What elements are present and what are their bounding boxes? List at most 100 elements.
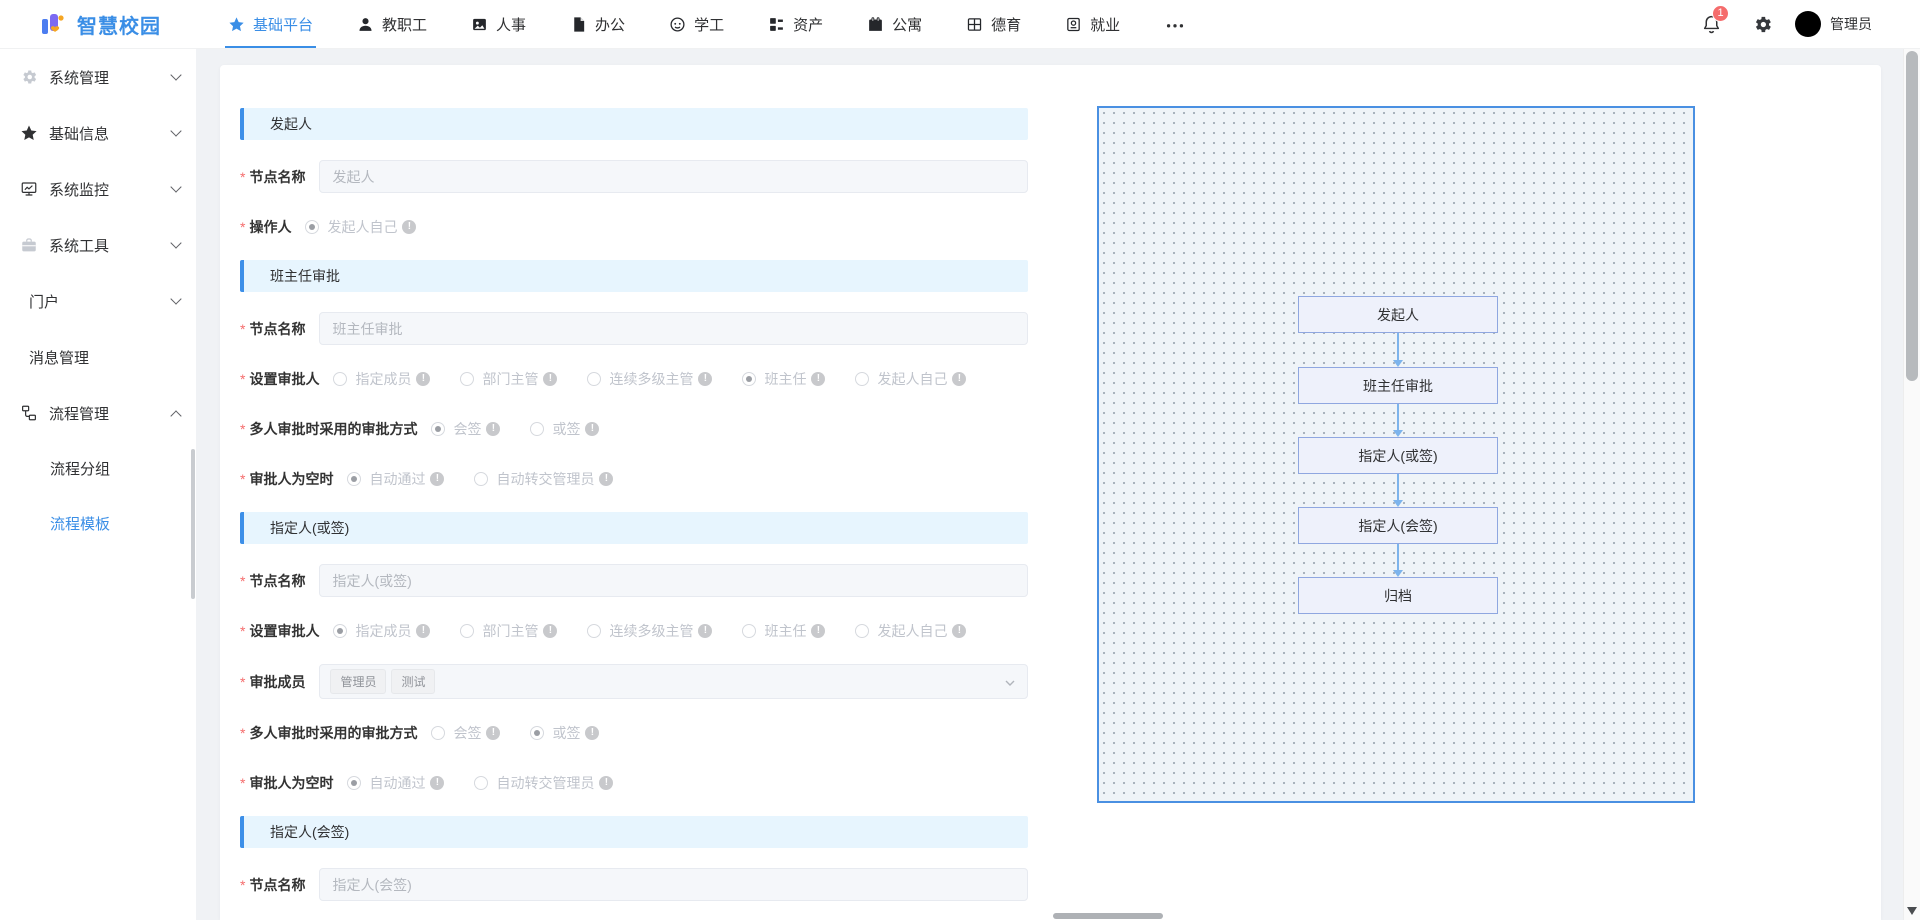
sidebar-item-system-tools[interactable]: 系统工具: [0, 217, 196, 273]
node-name-input[interactable]: 发起人: [319, 160, 1028, 193]
sidebar-item-system-management[interactable]: 系统管理: [0, 49, 196, 105]
radio-icon[interactable]: [431, 726, 445, 740]
node-name-input[interactable]: 指定人(会签): [319, 868, 1028, 901]
info-icon[interactable]: !: [585, 726, 599, 740]
tab-assets[interactable]: 资产: [768, 0, 823, 48]
radio-icon[interactable]: [855, 624, 869, 638]
radio-icon[interactable]: [474, 472, 488, 486]
app-logo[interactable]: 智慧校园: [0, 10, 208, 39]
radio-icon[interactable]: [742, 624, 756, 638]
nav-more-button[interactable]: [1164, 0, 1186, 48]
flow-node-initiator[interactable]: 发起人: [1298, 296, 1498, 333]
vertical-scrollbar[interactable]: [1903, 49, 1920, 920]
radio-icon[interactable]: [460, 372, 474, 386]
tab-student[interactable]: 学工: [669, 0, 724, 48]
info-icon[interactable]: !: [952, 372, 966, 386]
radio-option-designated-member[interactable]: 指定成员 !: [333, 369, 430, 389]
radio-icon[interactable]: [855, 372, 869, 386]
info-icon[interactable]: !: [486, 422, 500, 436]
radio-option-or-sign[interactable]: 或签 !: [530, 723, 599, 743]
radio-option-department-head[interactable]: 部门主管 !: [460, 621, 557, 641]
info-icon[interactable]: !: [811, 372, 825, 386]
tab-office[interactable]: 办公: [570, 0, 625, 48]
radio-icon[interactable]: [742, 372, 756, 386]
radio-option-auto-transfer-admin[interactable]: 自动转交管理员 !: [474, 469, 613, 489]
radio-option-multi-level-head[interactable]: 连续多级主管 !: [587, 621, 712, 641]
sidebar-item-basic-info[interactable]: 基础信息: [0, 105, 196, 161]
info-icon[interactable]: !: [430, 472, 444, 486]
flow-designer-canvas[interactable]: 发起人 班主任审批 指定人(或签) 指定人(会签): [1097, 106, 1695, 803]
avatar[interactable]: [1795, 11, 1821, 37]
radio-icon[interactable]: [474, 776, 488, 790]
info-icon[interactable]: !: [698, 624, 712, 638]
radio-icon[interactable]: [587, 372, 601, 386]
radio-icon[interactable]: [460, 624, 474, 638]
sidebar-item-system-monitor[interactable]: 系统监控: [0, 161, 196, 217]
info-icon[interactable]: !: [486, 726, 500, 740]
info-icon[interactable]: !: [585, 422, 599, 436]
user-name[interactable]: 管理员: [1830, 14, 1872, 34]
radio-option-head-teacher[interactable]: 班主任 !: [742, 369, 825, 389]
horizontal-scrollbar-thumb[interactable]: [1053, 913, 1163, 919]
radio-icon[interactable]: [587, 624, 601, 638]
radio-option-initiator-self[interactable]: 发起人自己 !: [855, 369, 966, 389]
info-icon[interactable]: !: [430, 776, 444, 790]
sidebar-item-process-management[interactable]: 流程管理: [0, 385, 196, 441]
radio-icon[interactable]: [333, 372, 347, 386]
radio-option-designated-member[interactable]: 指定成员 !: [333, 621, 430, 641]
required-mark: *: [240, 321, 245, 337]
tab-employment[interactable]: 就业: [1065, 0, 1120, 48]
info-icon[interactable]: !: [416, 624, 430, 638]
flow-node-designee-countersign[interactable]: 指定人(会签): [1298, 507, 1498, 544]
radio-icon[interactable]: [333, 624, 347, 638]
flow-node-head-teacher-approval[interactable]: 班主任审批: [1298, 367, 1498, 404]
tab-base-platform[interactable]: 基础平台: [228, 0, 313, 48]
radio-option-department-head[interactable]: 部门主管 !: [460, 369, 557, 389]
info-icon[interactable]: !: [416, 372, 430, 386]
scrollbar-down-arrow-icon[interactable]: [1907, 907, 1917, 915]
notifications-button[interactable]: 1: [1701, 14, 1722, 35]
vertical-scrollbar-thumb[interactable]: [1906, 51, 1918, 381]
member-tag[interactable]: 测试: [391, 669, 435, 694]
sidebar-scrollbar-thumb[interactable]: [191, 449, 195, 599]
radio-icon[interactable]: [530, 726, 544, 740]
sidebar-subitem-process-group[interactable]: 流程分组: [0, 441, 196, 496]
info-icon[interactable]: !: [952, 624, 966, 638]
approval-members-select[interactable]: 管理员 测试: [319, 664, 1028, 699]
radio-icon[interactable]: [305, 220, 319, 234]
flow-node-archive[interactable]: 归档: [1298, 577, 1498, 614]
radio-option-initiator-self[interactable]: 发起人自己 !: [305, 217, 416, 237]
tab-hr[interactable]: 人事: [471, 0, 526, 48]
node-name-input[interactable]: 指定人(或签): [319, 564, 1028, 597]
info-icon[interactable]: !: [402, 220, 416, 234]
info-icon[interactable]: !: [543, 372, 557, 386]
radio-option-countersign[interactable]: 会签 !: [431, 419, 500, 439]
settings-button[interactable]: [1752, 14, 1773, 35]
tab-moral-education[interactable]: 德育: [966, 0, 1021, 48]
radio-option-auto-pass[interactable]: 自动通过 !: [347, 469, 444, 489]
sidebar-subitem-process-template[interactable]: 流程模板: [0, 496, 196, 551]
info-icon[interactable]: !: [698, 372, 712, 386]
radio-option-or-sign[interactable]: 或签 !: [530, 419, 599, 439]
info-icon[interactable]: !: [543, 624, 557, 638]
radio-icon[interactable]: [431, 422, 445, 436]
node-name-input[interactable]: 班主任审批: [319, 312, 1028, 345]
flow-node-designee-or-sign[interactable]: 指定人(或签): [1298, 437, 1498, 474]
sidebar-item-portal[interactable]: 门户: [0, 273, 196, 329]
sidebar-item-message-management[interactable]: 消息管理: [0, 329, 196, 385]
radio-option-auto-transfer-admin[interactable]: 自动转交管理员 !: [474, 773, 613, 793]
radio-icon[interactable]: [347, 472, 361, 486]
radio-icon[interactable]: [530, 422, 544, 436]
info-icon[interactable]: !: [599, 776, 613, 790]
radio-option-auto-pass[interactable]: 自动通过 !: [347, 773, 444, 793]
radio-icon[interactable]: [347, 776, 361, 790]
radio-option-initiator-self[interactable]: 发起人自己 !: [855, 621, 966, 641]
radio-option-head-teacher[interactable]: 班主任 !: [742, 621, 825, 641]
info-icon[interactable]: !: [811, 624, 825, 638]
member-tag[interactable]: 管理员: [330, 669, 386, 694]
tab-staff[interactable]: 教职工: [357, 0, 427, 48]
info-icon[interactable]: !: [599, 472, 613, 486]
radio-option-countersign[interactable]: 会签 !: [431, 723, 500, 743]
tab-apartment[interactable]: 公寓: [867, 0, 922, 48]
radio-option-multi-level-head[interactable]: 连续多级主管 !: [587, 369, 712, 389]
